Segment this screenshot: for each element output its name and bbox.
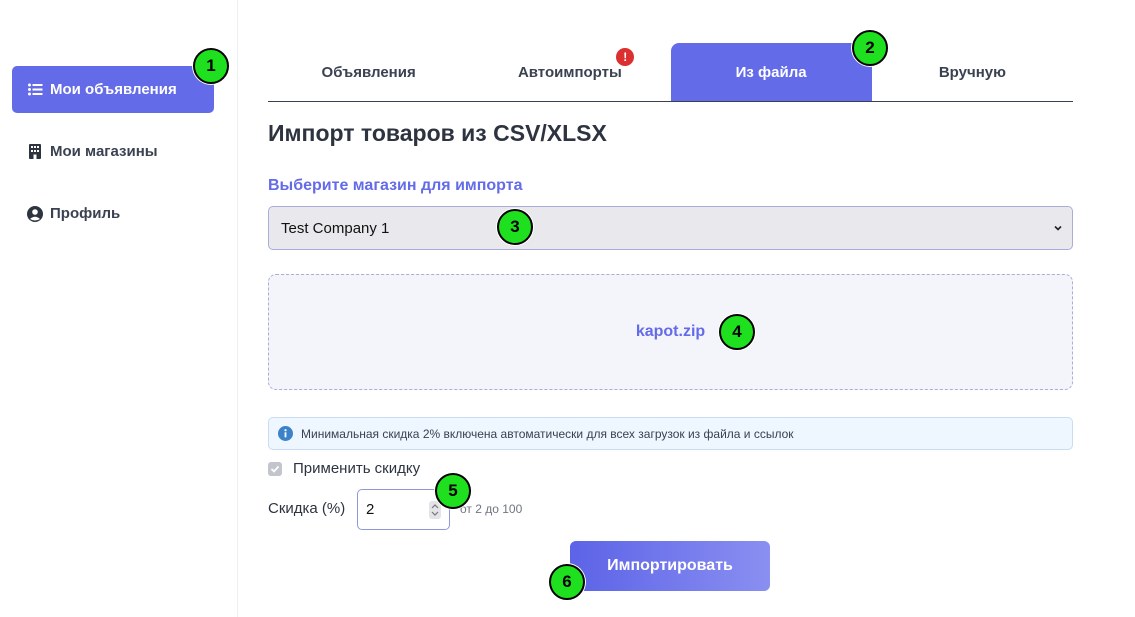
annotation-marker: 3	[497, 209, 533, 245]
list-icon	[27, 82, 43, 98]
annotation-number: 6	[562, 572, 572, 591]
building-icon	[27, 144, 43, 160]
annotation-number: 1	[206, 56, 216, 75]
sidebar-item-label: Мои объявления	[50, 81, 177, 98]
discount-label: Скидка (%)	[268, 500, 346, 517]
info-alert: Минимальная скидка 2% включена автоматич…	[268, 417, 1073, 450]
annotation-marker: 1	[193, 48, 229, 84]
apply-discount-checkbox[interactable]	[268, 461, 282, 476]
tab-autoimports[interactable]: Автоимпорты !	[469, 43, 670, 101]
discount-value: 2	[366, 501, 375, 518]
apply-discount-label[interactable]: Применить скидку	[293, 460, 420, 477]
stepper-arrows-icon[interactable]	[429, 501, 441, 519]
sidebar-item-my-listings[interactable]: Мои объявления	[12, 66, 214, 113]
tab-from-file[interactable]: Из файла	[670, 43, 872, 101]
discount-range-hint: от 2 до 100	[460, 502, 523, 516]
tab-label: Из файла	[735, 63, 807, 81]
import-button[interactable]: Импортировать	[570, 541, 770, 591]
annotation-number: 4	[732, 322, 742, 341]
annotation-marker: 5	[435, 473, 471, 509]
store-select-label: Выберите магазин для импорта	[268, 177, 523, 194]
annotation-marker: 6	[549, 564, 585, 600]
apply-discount-row: Применить скидку	[268, 460, 420, 477]
page-title: Импорт товаров из CSV/XLSX	[268, 120, 607, 146]
annotation-marker: 2	[852, 30, 888, 66]
annotation-number: 2	[865, 38, 875, 57]
tab-label: Вручную	[938, 63, 1006, 81]
sidebar: Мои объявления Мои магазины Профиль	[0, 0, 238, 617]
annotation-number: 5	[448, 481, 458, 500]
chevron-down-icon	[1052, 221, 1064, 233]
tab-label: Автоимпорты	[517, 63, 622, 81]
sidebar-item-my-stores[interactable]: Мои магазины	[12, 128, 214, 175]
sidebar-item-label: Профиль	[50, 205, 121, 222]
alert-badge: !	[616, 48, 635, 66]
annotation-number: 3	[510, 217, 520, 236]
user-circle-icon	[27, 205, 43, 222]
info-icon	[278, 426, 293, 441]
info-text: Минимальная скидка 2% включена автоматич…	[301, 426, 794, 441]
sidebar-item-label: Мои магазины	[50, 143, 158, 160]
file-dropzone[interactable]: kapot.zip	[268, 274, 1073, 390]
annotation-marker: 4	[719, 314, 755, 350]
sidebar-item-profile[interactable]: Профиль	[12, 190, 214, 237]
tab-bar: Объявления Автоимпорты ! Из файла Вручну…	[268, 43, 1073, 102]
tab-label: Объявления	[321, 63, 416, 81]
tab-listings[interactable]: Объявления	[268, 43, 469, 101]
store-select-value: Test Company 1	[281, 219, 390, 237]
store-select[interactable]: Test Company 1	[268, 206, 1073, 250]
tab-manual[interactable]: Вручную	[872, 43, 1073, 101]
file-name: kapot.zip	[635, 323, 706, 340]
